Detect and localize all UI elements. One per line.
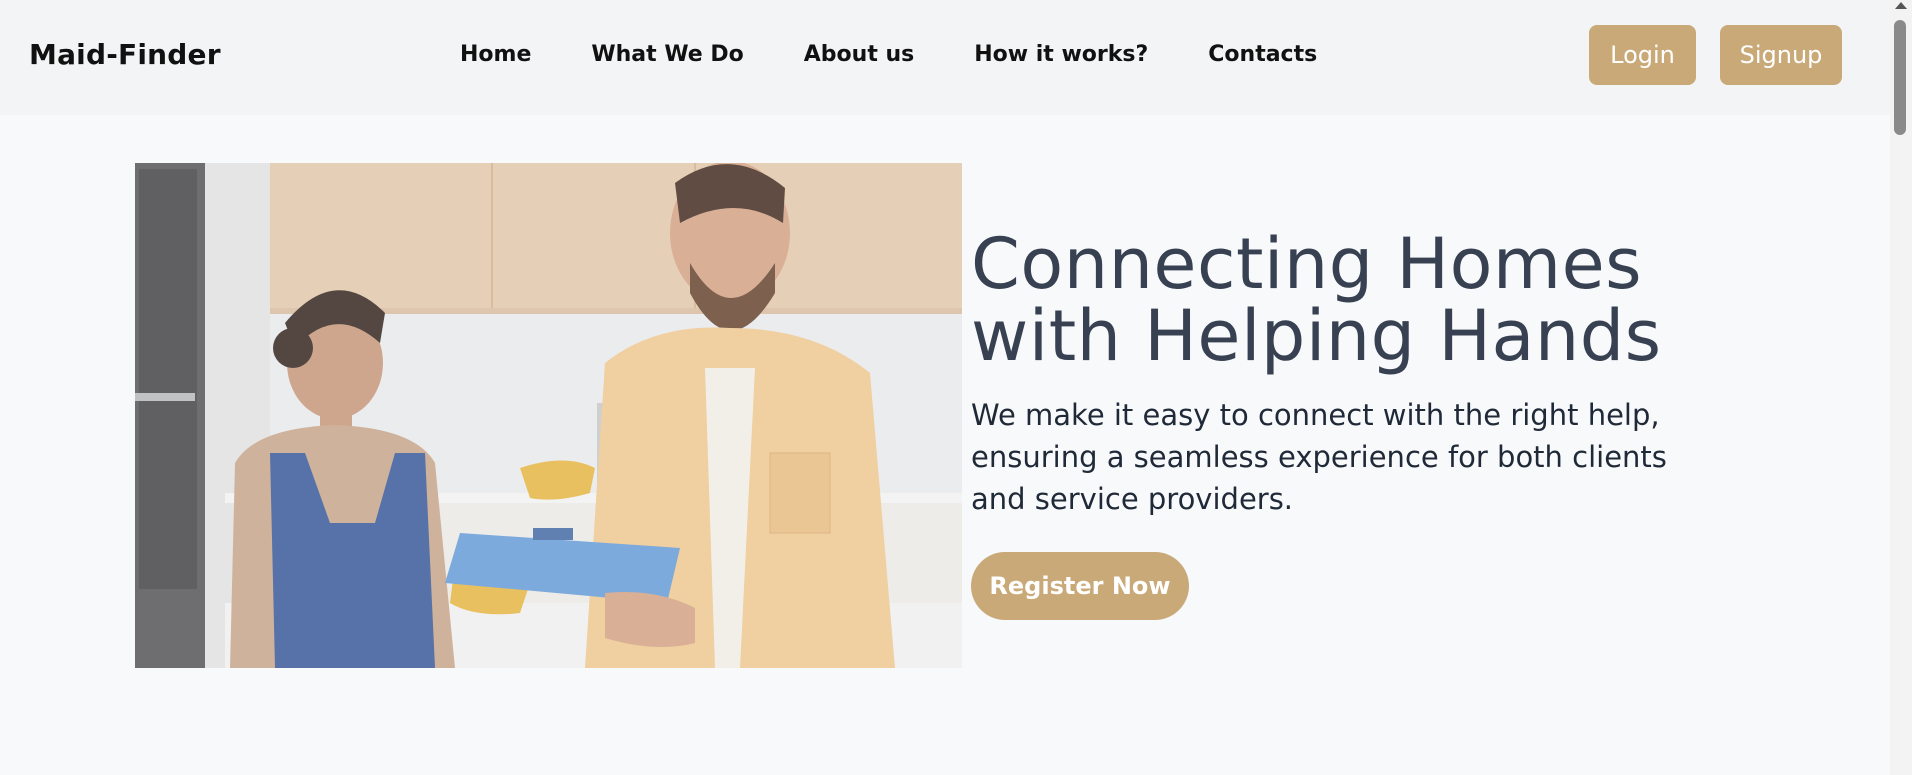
hero-title: Connecting Homes with Helping Hands (971, 228, 1691, 372)
nav-link-what-we-do[interactable]: What We Do (591, 42, 743, 67)
brand-logo[interactable]: Maid-Finder (29, 38, 221, 71)
page: Maid-Finder Home What We Do About us How… (0, 0, 1912, 775)
hero-image (135, 163, 962, 668)
hero-description: We make it easy to connect with the righ… (971, 398, 1667, 516)
nav-link-how-it-works[interactable]: How it works? (974, 42, 1148, 67)
nav-link-home[interactable]: Home (460, 42, 531, 67)
nav-link-about-us[interactable]: About us (804, 42, 914, 67)
hero-text: Connecting Homes with Helping Hands We m… (971, 228, 1691, 520)
scroll-up-arrow-icon[interactable] (1895, 2, 1907, 9)
vertical-scrollbar[interactable] (1890, 0, 1912, 775)
navbar: Maid-Finder Home What We Do About us How… (0, 0, 1890, 115)
scrollbar-thumb[interactable] (1894, 20, 1906, 135)
nav-link-contacts[interactable]: Contacts (1208, 42, 1317, 67)
register-now-button[interactable]: Register Now (971, 552, 1189, 620)
hero-title-line-1: Connecting Homes (971, 223, 1643, 305)
signup-button[interactable]: Signup (1720, 25, 1842, 85)
hero-title-line-2: with Helping Hands (971, 295, 1662, 377)
main-nav: Home What We Do About us How it works? C… (460, 42, 1317, 67)
login-button[interactable]: Login (1589, 25, 1696, 85)
